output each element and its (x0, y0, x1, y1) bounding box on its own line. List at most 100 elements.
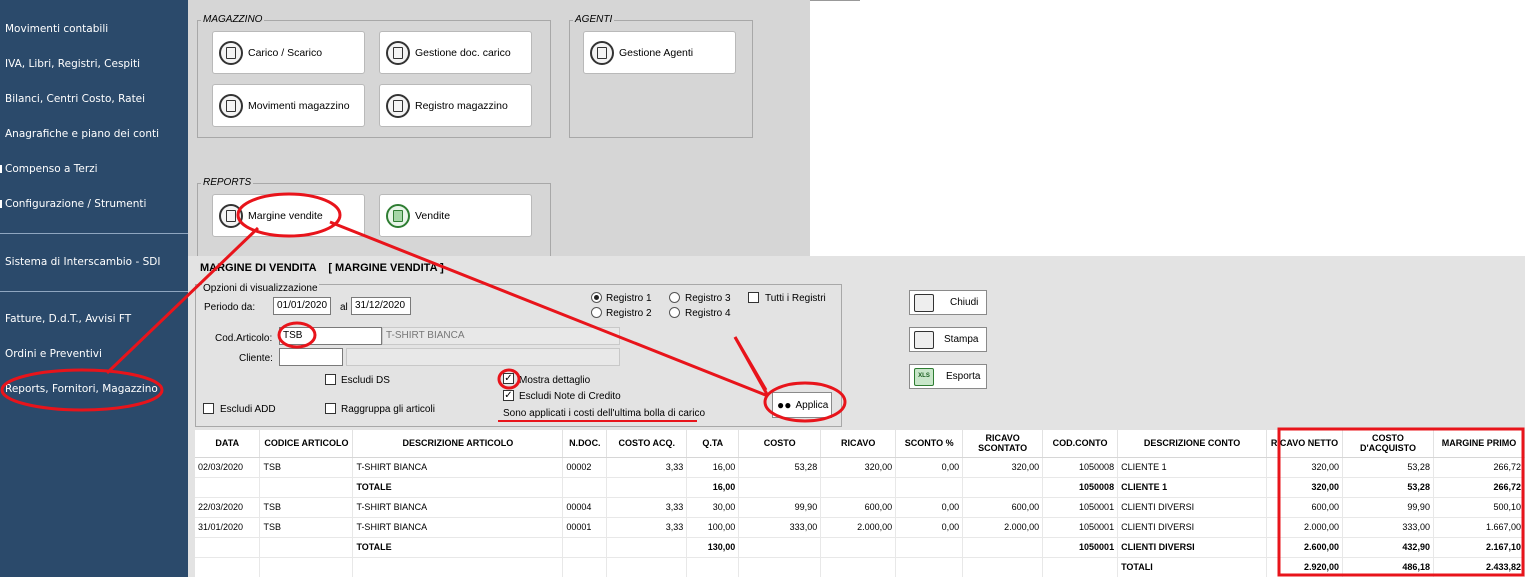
tile-gestione-doc-carico[interactable]: Gestione doc. carico (379, 31, 532, 74)
col-header[interactable]: COSTO (738, 430, 822, 458)
table-cell (895, 477, 964, 498)
col-header[interactable]: RICAVO (820, 430, 897, 458)
table-cell: 16,00 (686, 457, 740, 478)
tile-registro-magazzino[interactable]: Registro magazzino (379, 84, 532, 127)
exit-door-icon (914, 293, 934, 312)
table-row[interactable]: 22/03/2020 TSB T-SHIRT BIANCA 00004 3,33 30,0… (195, 497, 1525, 518)
table-total-row[interactable]: TOTALE 130,00 1050001 CLIENTI DIVERSI 2.600,… (195, 537, 1525, 558)
col-header[interactable]: N.DOC. (562, 430, 608, 458)
tile-carico-scarico[interactable]: Carico / Scarico (212, 31, 365, 74)
col-header[interactable]: SCONTO % (895, 430, 964, 458)
table-cell: 0,00 (895, 457, 964, 478)
sidebar-item-iva[interactable]: IVA, Libri, Registri, Cespiti (5, 58, 140, 70)
calculator-icon (386, 40, 410, 65)
sidebar-item-configurazione[interactable]: Configurazione / Strumenti (5, 198, 146, 210)
table-cell: T-SHIRT BIANCA (352, 497, 564, 518)
col-header[interactable]: COSTO ACQ. (606, 430, 688, 458)
table-cell: 100,00 (686, 517, 740, 538)
date-from-input[interactable]: 01/01/2020 (273, 297, 331, 315)
sidebar-item-bilanci[interactable]: Bilanci, Centri Costo, Ratei (5, 93, 145, 105)
table-cell: 2.000,00 (820, 517, 897, 538)
escludi-note-checkbox[interactable]: ✓ (503, 390, 514, 401)
col-header[interactable]: MARGINE PRIMO (1433, 430, 1525, 458)
table-cell (738, 537, 822, 558)
table-cell: TSB (259, 497, 354, 518)
col-header[interactable]: COD.CONTO (1042, 430, 1119, 458)
registro-4-radio[interactable] (669, 307, 680, 318)
table-cell: 432,90 (1342, 537, 1434, 558)
tutti-registri-checkbox[interactable] (748, 292, 759, 303)
table-cell: 266,72 (1433, 457, 1525, 478)
applica-button[interactable]: ●● Applica (772, 392, 832, 418)
results-table-container: DATA CODICE ARTICOLO DESCRIZIONE ARTICOL… (195, 430, 1525, 577)
printer-icon (914, 330, 934, 349)
table-cell (1042, 557, 1119, 577)
table-cell: TOTALE (352, 537, 564, 558)
col-header[interactable]: RICAVO SCONTATO (962, 430, 1044, 458)
table-cell: 2.920,00 (1266, 557, 1343, 577)
tile-label: Movimenti magazzino (248, 99, 350, 112)
escludi-ds-checkbox[interactable] (325, 374, 336, 385)
table-total-row[interactable]: TOTALI 2.920,00 486,18 2.433,82 (195, 557, 1525, 577)
tile-label: Registro magazzino (415, 99, 508, 112)
sidebar-divider (0, 291, 188, 292)
tile-vendite[interactable]: Vendite (379, 194, 532, 237)
col-header[interactable]: DESCRIZIONE ARTICOLO (352, 430, 564, 458)
table-cell (352, 557, 564, 577)
money-icon (386, 203, 410, 228)
tile-gestione-agenti[interactable]: Gestione Agenti (583, 31, 736, 74)
registro-2-radio[interactable] (591, 307, 602, 318)
col-header[interactable]: RICAVO NETTO (1266, 430, 1343, 458)
sidebar-item-anagrafiche[interactable]: Anagrafiche e piano dei conti (5, 128, 159, 140)
tile-movimenti-magazzino[interactable]: Movimenti magazzino (212, 84, 365, 127)
sidebar-item-ordini[interactable]: Ordini e Preventivi (5, 348, 102, 360)
col-header[interactable]: DESCRIZIONE CONTO (1117, 430, 1268, 458)
mostra-dettaglio-checkbox[interactable]: ✓ (503, 373, 514, 384)
group-agenti-title: AGENTI (573, 14, 615, 25)
table-cell: T-SHIRT BIANCA (352, 457, 564, 478)
table-cell: 600,00 (962, 497, 1044, 518)
table-cell: 00002 (562, 457, 608, 478)
table-cell (562, 537, 608, 558)
table-cell (259, 477, 354, 498)
sidebar-item-reports[interactable]: Reports, Fornitori, Magazzino (5, 383, 158, 395)
articolo-code-input[interactable]: TSB (279, 327, 382, 345)
chiudi-button[interactable]: Chiudi (909, 290, 987, 315)
report-window: MARGINE DI VENDITA [ MARGINE VENDITA ] O… (188, 256, 1525, 577)
table-cell: T-SHIRT BIANCA (352, 517, 564, 538)
sidebar-item-movimenti-contabili[interactable]: Movimenti contabili (5, 23, 108, 35)
sidebar-marker (0, 200, 2, 208)
col-header[interactable]: DATA (195, 430, 261, 458)
sidebar-item-compenso-terzi[interactable]: Compenso a Terzi (5, 163, 98, 175)
table-cell (895, 537, 964, 558)
sidebar-item-sdi[interactable]: Sistema di Interscambio - SDI (5, 256, 160, 268)
raggruppa-checkbox[interactable] (325, 403, 336, 414)
date-to-input[interactable]: 31/12/2020 (351, 297, 411, 315)
stampa-button[interactable]: Stampa (909, 327, 987, 352)
tile-margine-vendite[interactable]: Margine vendite (212, 194, 365, 237)
table-cell (962, 557, 1044, 577)
table-cell: 16,00 (686, 477, 740, 498)
calendar-user-icon (219, 93, 243, 118)
col-header[interactable]: Q.TA (686, 430, 740, 458)
col-header[interactable]: COSTO D'ACQUISTO (1342, 430, 1434, 458)
registro-4-label: Registro 4 (685, 308, 731, 319)
col-header[interactable]: CODICE ARTICOLO (259, 430, 354, 458)
table-cell: 53,28 (1342, 477, 1434, 498)
table-cell: 3,33 (606, 497, 688, 518)
table-row[interactable]: 02/03/2020 TSB T-SHIRT BIANCA 00002 3,33 16,0… (195, 457, 1525, 478)
sidebar-item-fatture[interactable]: Fatture, D.d.T., Avvisi FT (5, 313, 131, 325)
table-total-row[interactable]: TOTALE 16,00 1050008 CLIENTE 1 320,00 53,28 26… (195, 477, 1525, 498)
options-title: Opzioni di visualizzazione (202, 283, 319, 294)
registro-3-radio[interactable] (669, 292, 680, 303)
table-row[interactable]: 31/01/2020 TSB T-SHIRT BIANCA 00001 3,33 100,… (195, 517, 1525, 538)
table-cell (606, 537, 688, 558)
table-cell: 320,00 (1266, 477, 1343, 498)
table-cell: 1050008 (1042, 477, 1119, 498)
escludi-add-checkbox[interactable] (203, 403, 214, 414)
registro-1-radio[interactable] (591, 292, 602, 303)
tile-label: Gestione Agenti (619, 46, 694, 59)
cliente-code-input[interactable] (279, 348, 343, 366)
table-cell: 22/03/2020 (195, 497, 261, 518)
esporta-button[interactable]: XLS Esporta (909, 364, 987, 389)
